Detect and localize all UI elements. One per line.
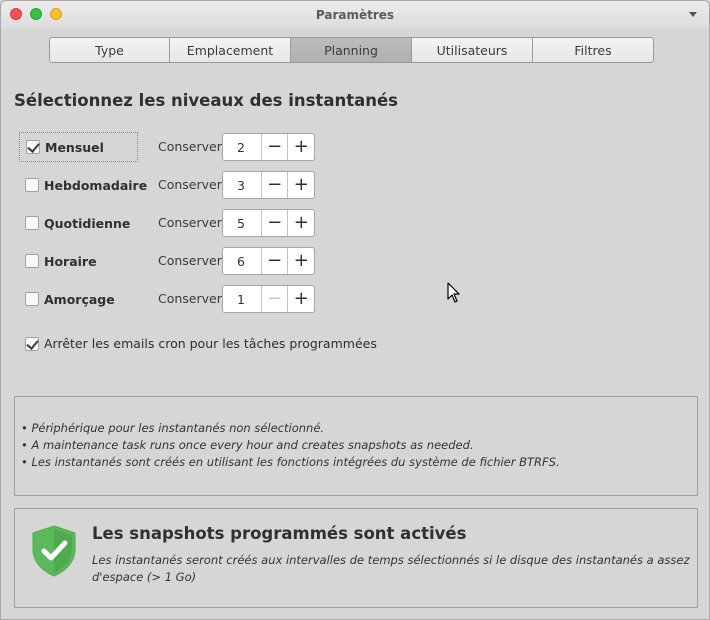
spinner-value[interactable]: 3 [223, 172, 261, 198]
hourly-checkbox[interactable]: Horaire [19, 246, 138, 276]
decrement-button[interactable]: − [260, 248, 288, 274]
mouse-pointer-icon [447, 282, 460, 303]
window-menu-icon[interactable] [689, 12, 697, 17]
monthly-keep-spinner: 2 − + [222, 133, 315, 161]
level-label: Quotidienne [44, 215, 131, 231]
tab-filtres[interactable]: Filtres [533, 37, 654, 63]
monthly-checkbox[interactable]: Mensuel [19, 132, 138, 162]
keep-label: Conserver [158, 139, 222, 154]
status-description: Les instantanés seront créés aux interva… [92, 553, 690, 584]
increment-button[interactable]: + [287, 248, 314, 274]
level-row-weekly: Hebdomadaire Conserver 3 − + [19, 170, 319, 200]
keep-label: Conserver [158, 253, 222, 268]
keep-label: Conserver [158, 177, 222, 192]
status-title: Les snapshots programmés sont activés [92, 524, 467, 543]
spinner-value[interactable]: 2 [223, 134, 261, 160]
checkbox-checked-icon [25, 336, 39, 351]
level-row-daily: Quotidienne Conserver 5 − + [19, 208, 319, 238]
checkbox-checked-icon [26, 140, 40, 154]
weekly-keep-spinner: 3 − + [222, 171, 315, 199]
checkbox-unchecked-icon [25, 254, 39, 268]
checkbox-unchecked-icon [25, 178, 39, 192]
decrement-button[interactable]: − [260, 172, 288, 198]
level-label: Mensuel [45, 139, 104, 155]
spinner-value[interactable]: 1 [223, 286, 261, 312]
tab-bar: Type Emplacement Planning Utilisateurs F… [49, 37, 654, 63]
tab-planning[interactable]: Planning [291, 37, 412, 63]
boot-checkbox[interactable]: Amorçage [19, 284, 138, 314]
keep-label: Conserver [158, 215, 222, 230]
stop-cron-emails-checkbox[interactable]: Arrêter les emails cron pour les tâches … [25, 336, 377, 351]
checkbox-unchecked-icon [25, 216, 39, 230]
decrement-button[interactable]: − [260, 210, 288, 236]
info-line: • Périphérique pour les instantanés non … [21, 421, 325, 435]
increment-button[interactable]: + [287, 134, 314, 160]
info-line: • A maintenance task runs once every hou… [21, 438, 474, 452]
level-row-monthly: Mensuel Conserver 2 − + [19, 132, 319, 162]
decrement-button[interactable]: − [260, 134, 288, 160]
decrement-button: − [260, 286, 288, 312]
info-line: • Les instantanés sont créés en utilisan… [21, 455, 560, 469]
level-label: Hebdomadaire [44, 177, 148, 193]
level-label: Horaire [44, 253, 97, 269]
daily-keep-spinner: 5 − + [222, 209, 315, 237]
weekly-checkbox[interactable]: Hebdomadaire [19, 170, 147, 200]
level-row-boot: Amorçage Conserver 1 − + [19, 284, 319, 314]
hourly-keep-spinner: 6 − + [222, 247, 315, 275]
tab-type[interactable]: Type [49, 37, 170, 63]
settings-window: Paramètres Type Emplacement Planning Uti… [0, 0, 710, 620]
section-title: Sélectionnez les niveaux des instantanés [14, 91, 398, 110]
spinner-value[interactable]: 6 [223, 248, 261, 274]
title-bar: Paramètres [1, 1, 709, 29]
keep-label: Conserver [158, 291, 222, 306]
shield-check-icon [32, 525, 76, 577]
increment-button[interactable]: + [287, 286, 314, 312]
checkbox-unchecked-icon [25, 292, 39, 306]
cron-option-label: Arrêter les emails cron pour les tâches … [44, 336, 377, 351]
spinner-value[interactable]: 5 [223, 210, 261, 236]
boot-keep-spinner: 1 − + [222, 285, 315, 313]
increment-button[interactable]: + [287, 172, 314, 198]
info-panel: • Périphérique pour les instantanés non … [14, 396, 698, 496]
window-title: Paramètres [315, 8, 395, 22]
tab-emplacement[interactable]: Emplacement [170, 37, 291, 63]
level-label: Amorçage [44, 291, 115, 307]
increment-button[interactable]: + [287, 210, 314, 236]
status-panel: Les snapshots programmés sont activés Le… [14, 508, 698, 608]
tab-utilisateurs[interactable]: Utilisateurs [412, 37, 533, 63]
daily-checkbox[interactable]: Quotidienne [19, 208, 138, 238]
level-row-hourly: Horaire Conserver 6 − + [19, 246, 319, 276]
